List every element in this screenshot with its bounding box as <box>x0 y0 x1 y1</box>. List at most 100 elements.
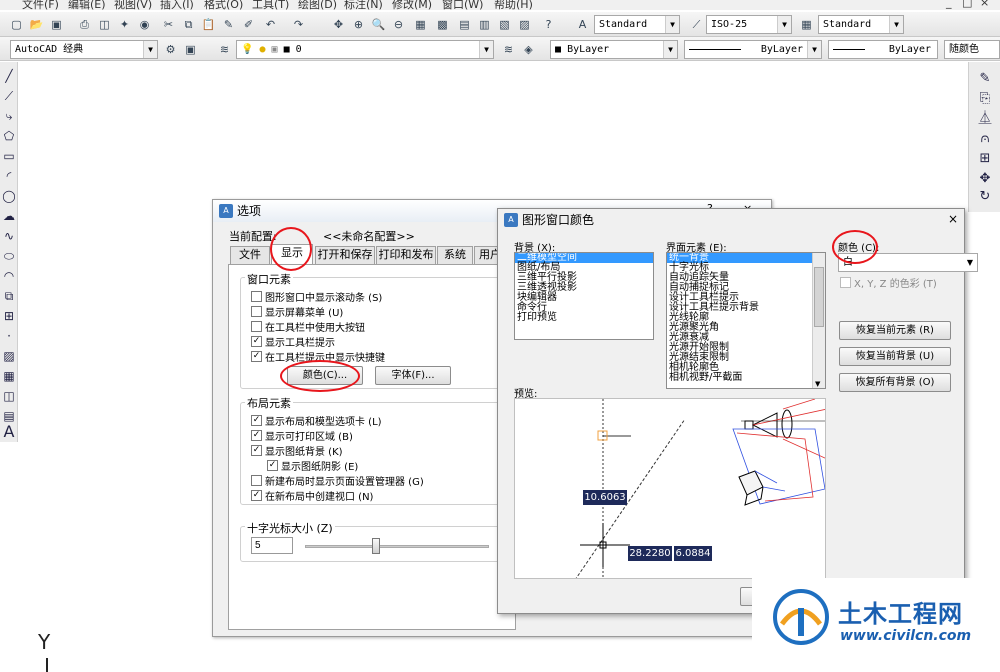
undo-icon[interactable]: ↶ <box>262 16 279 33</box>
offset-icon[interactable]: ⩀ <box>977 130 993 148</box>
insert-block-icon[interactable]: ⧉ <box>2 288 16 304</box>
xyz-tint-checkbox[interactable]: X, Y, Z 的色彩 (T) <box>840 275 937 290</box>
restore-all-contexts-button[interactable]: 恢复所有背景 (O) <box>839 373 951 392</box>
fonts-button[interactable]: 字体(F)... <box>375 366 451 385</box>
plotstyle-control-select[interactable]: 随颜色 <box>944 40 1000 59</box>
zoom-realtime-icon[interactable]: ⊕ <box>350 16 367 33</box>
menu-format[interactable]: 格式(O) <box>204 0 243 10</box>
close-colors-button[interactable]: × <box>948 212 958 226</box>
menu-modify[interactable]: 修改(M) <box>392 0 432 10</box>
tool-palettes-icon[interactable]: ▤ <box>456 16 473 33</box>
interface-element-list[interactable]: 统一背景 十字光标 自动追踪矢量 自动捕捉标记 设计工具栏提示 设计工具栏提示背景 光线轮廓… <box>666 252 826 389</box>
make-block-icon[interactable]: ⊞ <box>2 308 16 324</box>
revision-cloud-icon[interactable]: ☁ <box>2 208 16 224</box>
spline-icon[interactable]: ∿ <box>2 228 16 244</box>
menu-view[interactable]: 视图(V) <box>114 0 152 10</box>
ellipse-icon[interactable]: ⬭ <box>2 248 16 264</box>
new-file-icon[interactable]: ▢ <box>8 16 25 33</box>
restore-current-context-button[interactable]: 恢复当前背景 (U) <box>839 347 951 366</box>
help-icon[interactable]: ? <box>540 16 557 33</box>
menu-draw[interactable]: 绘图(D) <box>298 0 337 10</box>
point-icon[interactable]: · <box>2 328 16 344</box>
page-setup-manager-checkbox[interactable]: 新建布局时显示页面设置管理器 (G) <box>251 473 424 488</box>
gradient-icon[interactable]: ▦ <box>2 368 16 384</box>
sheet-set-icon[interactable]: ▥ <box>476 16 493 33</box>
line-icon[interactable]: ╱ <box>2 68 16 84</box>
3d-dwf-icon[interactable]: ◉ <box>136 16 153 33</box>
menu-file[interactable]: 文件(F) <box>22 0 59 10</box>
layer-manager-icon[interactable]: ≋ <box>216 41 233 58</box>
multiline-text-icon[interactable]: A <box>2 424 16 440</box>
pan-icon[interactable]: ✥ <box>330 16 347 33</box>
tooltips-checkbox[interactable]: ✓ 显示工具栏提示 <box>251 334 335 349</box>
copy-object-icon[interactable]: ⎘ <box>977 90 993 108</box>
dim-style-select[interactable]: ISO-25 ▼ <box>706 15 792 34</box>
paste-icon[interactable]: 📋 <box>200 16 217 33</box>
crosshair-size-input[interactable] <box>251 537 293 554</box>
rectangle-icon[interactable]: ▭ <box>2 148 16 164</box>
erase-icon[interactable]: ✎ <box>977 70 993 88</box>
paper-shadow-checkbox[interactable]: ✓ 显示图纸阴影 (E) <box>267 458 358 473</box>
construction-line-icon[interactable]: ⟋ <box>2 88 16 104</box>
ellipse-arc-icon[interactable]: ◠ <box>2 268 16 284</box>
table-style-select[interactable]: Standard ▼ <box>818 15 904 34</box>
menu-dimension[interactable]: 标注(N) <box>344 0 383 10</box>
close-app-button[interactable]: × <box>980 0 989 9</box>
paper-background-checkbox[interactable]: ✓ 显示图纸背景 (K) <box>251 443 343 458</box>
markup-icon[interactable]: ▧ <box>496 16 513 33</box>
save-workspace-icon[interactable]: ▣ <box>182 41 199 58</box>
zoom-previous-icon[interactable]: ⊖ <box>390 16 407 33</box>
menu-window[interactable]: 窗口(W) <box>442 0 483 10</box>
region-icon[interactable]: ◫ <box>2 388 16 404</box>
cut-icon[interactable]: ✂ <box>160 16 177 33</box>
large-buttons-checkbox[interactable]: 在工具栏中使用大按钮 <box>251 319 365 334</box>
minimize-button[interactable]: _ <box>946 0 952 9</box>
tab-plot-publish[interactable]: 打印和发布 <box>376 246 436 264</box>
block-editor-icon[interactable]: ✐ <box>240 16 257 33</box>
design-center-icon[interactable]: ▩ <box>434 16 451 33</box>
lineweight-control-select[interactable]: ByLayer <box>828 40 938 59</box>
create-viewport-checkbox[interactable]: ✓ 在新布局中创建视口 (N) <box>251 488 373 503</box>
context-list[interactable]: 二维模型空间 图纸/布局 三维平行投影 三维透视投影 块编辑器 命令行 打印预览 <box>514 252 654 340</box>
match-properties-icon[interactable]: ✎ <box>220 16 237 33</box>
printable-area-checkbox[interactable]: ✓ 显示可打印区域 (B) <box>251 428 353 443</box>
move-icon[interactable]: ✥ <box>977 170 993 188</box>
interface-element-list-item[interactable]: 相机视野/平截面 <box>667 373 825 383</box>
color-control-select[interactable]: ■ ByLayer ▼ <box>550 40 678 59</box>
workspace-select[interactable]: AutoCAD 经典 ▼ <box>10 40 158 59</box>
hatch-icon[interactable]: ▨ <box>2 348 16 364</box>
mirror-icon[interactable]: ⏅ <box>977 110 993 128</box>
calculator-icon[interactable]: ▨ <box>516 16 533 33</box>
layer-select[interactable]: 💡 ● ▣ ■ 0 ▼ <box>236 40 494 59</box>
workspace-settings-icon[interactable]: ⚙ <box>162 41 179 58</box>
restore-current-element-button[interactable]: 恢复当前元素 (R) <box>839 321 951 340</box>
plot-preview-icon[interactable]: ◫ <box>96 16 113 33</box>
restore-button[interactable]: □ <box>962 0 972 9</box>
tab-files[interactable]: 文件 <box>230 246 270 264</box>
save-icon[interactable]: ▣ <box>48 16 65 33</box>
menu-insert[interactable]: 插入(I) <box>160 0 194 10</box>
menu-help[interactable]: 帮助(H) <box>494 0 533 10</box>
text-style-select[interactable]: Standard ▼ <box>594 15 680 34</box>
open-file-icon[interactable]: 📂 <box>28 16 45 33</box>
crosshair-slider-track[interactable] <box>305 545 489 548</box>
polygon-icon[interactable]: ⬠ <box>2 128 16 144</box>
menu-edit[interactable]: 编辑(E) <box>68 0 106 10</box>
tab-open-save[interactable]: 打开和保存 <box>315 246 375 264</box>
rotate-icon[interactable]: ↻ <box>977 188 993 206</box>
copy-icon[interactable]: ⧉ <box>180 16 197 33</box>
scrollbars-checkbox[interactable]: 图形窗口中显示滚动条 (S) <box>251 289 382 304</box>
properties-icon[interactable]: ▦ <box>412 16 429 33</box>
crosshair-slider-thumb[interactable] <box>372 538 381 554</box>
scrollbar-thumb[interactable] <box>814 267 824 327</box>
screen-menu-checkbox[interactable]: 显示屏幕菜单 (U) <box>251 304 343 319</box>
menu-tools[interactable]: 工具(T) <box>252 0 289 10</box>
zoom-window-icon[interactable]: 🔍 <box>370 16 387 33</box>
circle-icon[interactable]: ◯ <box>2 188 16 204</box>
make-current-layer-icon[interactable]: ≋ <box>500 41 517 58</box>
array-icon[interactable]: ⊞ <box>977 150 993 168</box>
layout-tabs-checkbox[interactable]: ✓ 显示布局和模型选项卡 (L) <box>251 413 382 428</box>
arc-icon[interactable]: ◜ <box>2 168 16 184</box>
plot-icon[interactable]: ⎙ <box>76 16 93 33</box>
redo-icon[interactable]: ↷ <box>290 16 307 33</box>
